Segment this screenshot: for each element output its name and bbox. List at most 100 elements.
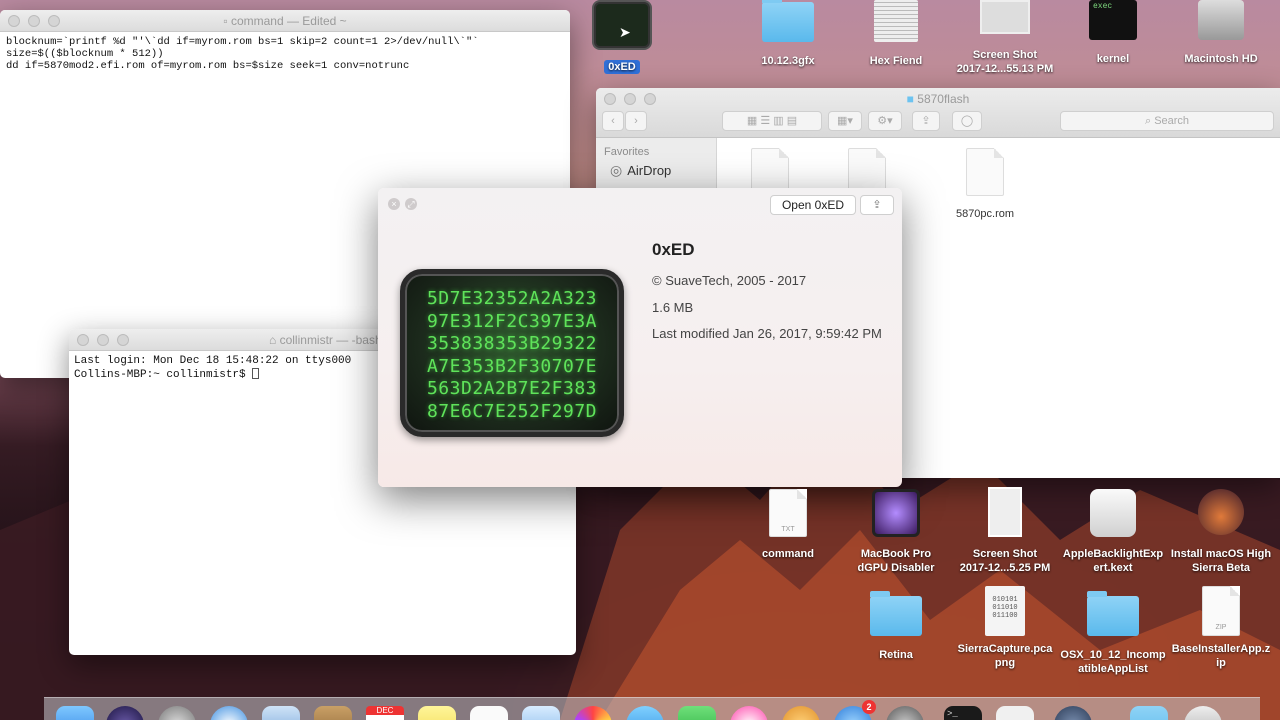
siri-dock-icon[interactable] bbox=[106, 706, 144, 720]
desktop-icon-label: SierraCapture.pca png bbox=[957, 643, 1053, 669]
hex-line: 5D7E32352A2A323 bbox=[426, 288, 598, 309]
photos-dock-icon[interactable] bbox=[574, 706, 612, 720]
hex-line: 353838353B29322 bbox=[426, 333, 598, 354]
network-utility-dock-icon[interactable] bbox=[1054, 706, 1092, 720]
messages-dock-icon[interactable] bbox=[626, 706, 664, 720]
tag-button[interactable]: ◯ bbox=[952, 111, 982, 131]
grid-icon: ▦▾ bbox=[837, 115, 853, 127]
desktop-icon-label: Macintosh HD bbox=[1184, 53, 1258, 65]
desktop-icon-sierracapture[interactable]: 010101 011010 011100 SierraCapture.pca p… bbox=[950, 586, 1060, 670]
open-app-button[interactable]: Open 0xED bbox=[770, 195, 856, 215]
desktop-icon-command[interactable]: TXT command bbox=[733, 489, 843, 561]
desktop-icon-screenshot-1[interactable]: Screen Shot 2017-12...55.13 PM bbox=[950, 0, 1060, 76]
code-line: size=$(($blocknum * 512)) bbox=[6, 48, 164, 60]
close-button[interactable]: × bbox=[388, 198, 400, 210]
text-editor-body[interactable]: blocknum=`printf %d "'\`dd if=myrom.rom … bbox=[0, 32, 570, 76]
favorites-heading: Favorites bbox=[604, 146, 650, 158]
fullscreen-button[interactable]: ⤢ bbox=[405, 198, 417, 210]
exec-label: exec bbox=[1093, 2, 1113, 11]
desktop-icon-label: MacBook Pro dGPU Disabler bbox=[857, 548, 935, 574]
share-button[interactable]: ⇪ bbox=[912, 111, 940, 131]
share-icon: ⇪ bbox=[872, 199, 882, 211]
search-placeholder: Search bbox=[1154, 115, 1190, 127]
calendar-month: DEC bbox=[366, 706, 404, 715]
desktop-icon-dgpu-disabler[interactable]: MacBook Pro dGPU Disabler bbox=[841, 489, 951, 575]
exec-icon: exec bbox=[1089, 0, 1137, 40]
forward-button[interactable]: › bbox=[625, 111, 647, 131]
screenshot-thumbnail-icon bbox=[988, 487, 1022, 537]
safari-dock-icon[interactable] bbox=[210, 706, 248, 720]
file-label[interactable]: 5870pc.rom bbox=[935, 208, 1035, 220]
share-icon: ⇪ bbox=[921, 115, 931, 127]
maps-dock-icon[interactable] bbox=[522, 706, 560, 720]
desktop-icon-screenshot-2[interactable]: Screen Shot 2017-12...5.25 PM bbox=[950, 487, 1060, 575]
launchpad-dock-icon[interactable] bbox=[158, 706, 196, 720]
hard-drive-icon bbox=[1198, 0, 1244, 40]
text-document-icon: TXT bbox=[769, 489, 807, 537]
zip-file-icon: ZIP bbox=[1202, 586, 1240, 636]
desktop-icon-label: Install macOS High Sierra Beta bbox=[1170, 548, 1272, 574]
folder-icon: ■ bbox=[906, 92, 914, 106]
trash-dock-icon[interactable] bbox=[1184, 706, 1222, 720]
home-icon: ⌂ bbox=[269, 333, 277, 347]
desktop-icon-label: Screen Shot 2017-12...55.13 PM bbox=[956, 49, 1054, 75]
terminal-dock-icon[interactable]: >_ bbox=[944, 706, 982, 720]
desktop-icon-baseinstaller-zip[interactable]: ZIP BaseInstallerApp.z ip bbox=[1166, 586, 1276, 670]
calendar-dock-icon[interactable]: DEC bbox=[366, 706, 404, 720]
desktop-icon-applebacklight-kext[interactable]: AppleBacklightExp ert.kext bbox=[1058, 489, 1168, 575]
itunes-dock-icon[interactable] bbox=[730, 706, 768, 720]
contacts-dock-icon[interactable] bbox=[314, 706, 352, 720]
tag-icon: ◯ bbox=[960, 115, 974, 127]
app-name: 0xED bbox=[652, 240, 695, 259]
arrange-button[interactable]: ▦▾ bbox=[828, 111, 862, 131]
folder-icon bbox=[1087, 591, 1139, 636]
app-store-dock-icon[interactable]: 2 bbox=[834, 700, 876, 720]
window-title: ▫ command — Edited ~ bbox=[0, 14, 570, 28]
document-icon: ▫ bbox=[223, 14, 228, 28]
search-icon: ⌕ bbox=[1144, 115, 1152, 127]
desktop-icon-0xed[interactable]: ➤ 0xED bbox=[567, 2, 677, 74]
desktop-icon-kernel[interactable]: exec kernel bbox=[1058, 0, 1168, 66]
downloads-folder-dock-icon[interactable] bbox=[1130, 706, 1168, 720]
textedit-titlebar[interactable]: ▫ command — Edited ~ bbox=[0, 10, 570, 32]
finder-dock-icon[interactable] bbox=[56, 706, 94, 720]
notes-dock-icon[interactable] bbox=[418, 706, 456, 720]
chevron-left-icon: ‹ bbox=[611, 115, 615, 127]
dock: DEC 2 >_ bbox=[44, 697, 1260, 720]
app-size: 1.6 MB bbox=[652, 300, 694, 315]
sidebar-item-airdrop[interactable]: ◎ AirDrop bbox=[596, 158, 716, 179]
folder-icon bbox=[870, 591, 922, 636]
desktop-icon-hex-fiend[interactable]: Hex Fiend bbox=[841, 0, 951, 68]
app-info-panel[interactable]: × ⤢ Open 0xED ⇪ 5D7E32352A2A323 97E312F2… bbox=[378, 188, 902, 487]
action-button[interactable]: ⚙▾ bbox=[868, 111, 902, 131]
gear-icon: ⚙▾ bbox=[877, 115, 893, 127]
desktop-icon-label: Hex Fiend bbox=[869, 55, 923, 67]
binary-text: 010101 011010 011100 bbox=[992, 596, 1018, 620]
ibooks-dock-icon[interactable] bbox=[782, 706, 820, 720]
gpu-chip-icon bbox=[872, 489, 920, 537]
code-line: dd if=5870mod2.efi.rom of=myrom.rom bs=$… bbox=[6, 60, 410, 72]
finder-titlebar[interactable]: ■ 5870flash ‹ › ▦ ☰ ▥ ▤ ▦▾ ⚙▾ ⇪ ◯ ⌕ Sear… bbox=[596, 88, 1280, 138]
zip-tag: ZIP bbox=[1215, 624, 1227, 631]
share-button[interactable]: ⇪ bbox=[860, 195, 894, 215]
desktop-icon-macintosh-hd[interactable]: Macintosh HD bbox=[1166, 0, 1276, 66]
desktop-icon-label: OSX_10_12_Incomp atibleAppList bbox=[1060, 649, 1166, 675]
desktop-icon-10-12-3gfx[interactable]: 10.12.3gfx bbox=[733, 0, 843, 68]
back-button[interactable]: ‹ bbox=[602, 111, 624, 131]
desktop-icon-label: 10.12.3gfx bbox=[761, 55, 815, 67]
file-icon[interactable] bbox=[966, 148, 1004, 196]
textedit-dock-icon[interactable] bbox=[996, 706, 1034, 720]
search-field[interactable]: ⌕ Search bbox=[1060, 111, 1274, 131]
desktop-icon-label: command bbox=[762, 548, 814, 560]
view-mode-segmented[interactable]: ▦ ☰ ▥ ▤ bbox=[722, 111, 822, 131]
mail-dock-icon[interactable] bbox=[262, 706, 300, 720]
desktop-icon-retina[interactable]: Retina bbox=[841, 590, 951, 662]
system-preferences-dock-icon[interactable] bbox=[886, 706, 924, 720]
facetime-dock-icon[interactable] bbox=[678, 706, 716, 720]
kext-icon bbox=[1090, 489, 1136, 537]
desktop-icon-osx-incompatible-list[interactable]: OSX_10_12_Incomp atibleAppList bbox=[1058, 590, 1168, 676]
desktop-icon-install-macos[interactable]: Install macOS High Sierra Beta bbox=[1166, 489, 1276, 575]
reminders-dock-icon[interactable] bbox=[470, 706, 508, 720]
txt-tag: TXT bbox=[781, 526, 795, 533]
notification-badge: 2 bbox=[862, 700, 876, 714]
